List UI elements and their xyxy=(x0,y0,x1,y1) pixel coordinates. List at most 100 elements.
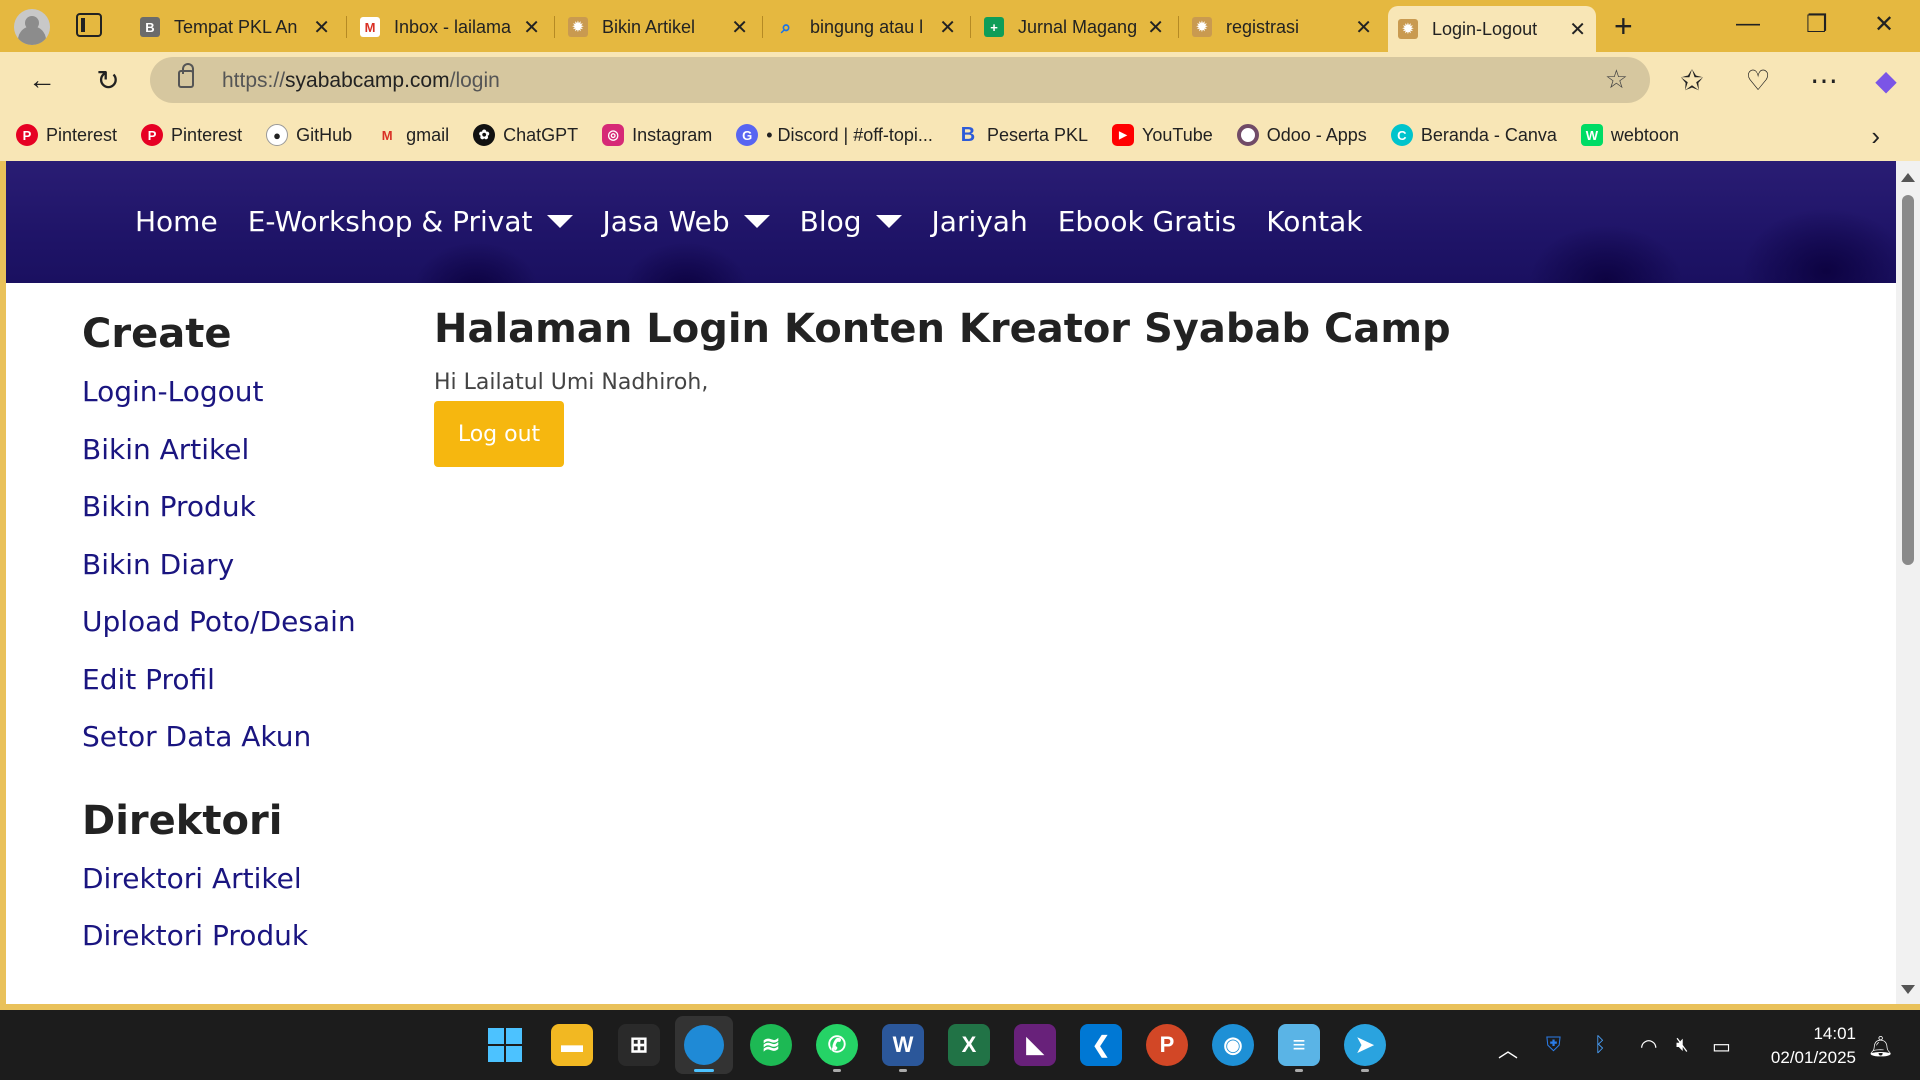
elephant-app-icon[interactable]: ◉ xyxy=(1212,1024,1254,1066)
close-icon[interactable]: ✕ xyxy=(523,15,540,40)
volume-muted-icon[interactable]: 🔇︎ xyxy=(1676,1034,1689,1057)
more-options-icon[interactable]: ⋯ xyxy=(1804,60,1844,100)
nav-home[interactable]: Home xyxy=(135,205,218,238)
bookmark-instagram[interactable]: ◎ Instagram xyxy=(602,124,712,146)
powerpoint-icon[interactable]: P xyxy=(1146,1024,1188,1066)
windows-start-icon[interactable] xyxy=(484,1024,526,1066)
bookmark-canva[interactable]: C Beranda - Canva xyxy=(1390,124,1557,146)
nav-jasa-web[interactable]: Jasa Web xyxy=(603,205,770,238)
odoo-icon xyxy=(1236,124,1259,146)
minimize-icon[interactable]: — xyxy=(1736,10,1760,38)
sidebar-link-bikin-produk[interactable]: Bikin Produk xyxy=(82,490,382,548)
sidebar-link-edit-profil[interactable]: Edit Profil xyxy=(82,663,382,721)
b-icon: B xyxy=(960,123,976,146)
youtube-icon: ▶ xyxy=(1112,124,1134,146)
logout-button[interactable]: Log out xyxy=(434,401,564,467)
nav-kontak[interactable]: Kontak xyxy=(1266,205,1362,238)
spotify-icon[interactable]: ≋ xyxy=(750,1024,792,1066)
address-bar[interactable]: https://syababcamp.com/login ☆ xyxy=(150,57,1650,103)
tab-bikin-artikel[interactable]: ✹ Bikin Artikel ✕ xyxy=(558,6,758,48)
close-window-icon[interactable]: ✕ xyxy=(1874,10,1894,39)
profile-avatar-icon[interactable] xyxy=(14,9,50,45)
close-icon[interactable]: ✕ xyxy=(731,15,748,40)
tab-search[interactable]: ⌕ bingung atau l ✕ xyxy=(766,6,966,48)
favorite-star-icon[interactable]: ☆ xyxy=(1605,64,1628,95)
bluetooth-icon[interactable]: ᛒ xyxy=(1594,1034,1606,1057)
sidebar-link-upload-poto[interactable]: Upload Poto/Desain xyxy=(82,605,382,663)
bookmark-youtube[interactable]: ▶ YouTube xyxy=(1112,124,1213,146)
close-icon[interactable]: ✕ xyxy=(313,15,330,40)
chevron-up-icon[interactable]: ︿ xyxy=(1498,1034,1518,1063)
tab-inbox[interactable]: M Inbox - lailama ✕ xyxy=(350,6,550,48)
system-clock[interactable]: 14:01 02/01/2025 xyxy=(1771,1022,1856,1070)
chevron-right-icon[interactable]: › xyxy=(1871,121,1880,152)
close-icon[interactable]: ✕ xyxy=(1147,15,1164,40)
b-icon: B xyxy=(140,17,160,37)
bookmark-odoo[interactable]: Odoo - Apps xyxy=(1236,124,1367,146)
bookmark-chatgpt[interactable]: ✿ ChatGPT xyxy=(473,124,578,146)
security-shield-icon[interactable]: ⛨ xyxy=(1546,1034,1561,1057)
close-icon[interactable]: ✕ xyxy=(1355,15,1372,40)
pinterest-icon: P xyxy=(141,124,164,146)
notepad-icon[interactable]: ≡ xyxy=(1278,1024,1320,1066)
nav-ebook-gratis[interactable]: Ebook Gratis xyxy=(1058,205,1237,238)
visual-studio-icon[interactable]: ◣ xyxy=(1014,1024,1056,1066)
notification-bell-icon[interactable]: 🔔︎ xyxy=(1868,1034,1893,1059)
telegram-icon[interactable]: ➤ xyxy=(1344,1024,1386,1066)
bookmark-gmail[interactable]: Mgmail xyxy=(376,124,449,146)
new-tab-icon[interactable]: + xyxy=(1614,8,1633,45)
bookmark-discord[interactable]: G • Discord | #off-topi... xyxy=(736,124,933,146)
tab-tempat-pkl[interactable]: B Tempat PKL An ✕ xyxy=(130,6,340,48)
taskbar: ▬ ⊞ ≋ ✆ W X ◣ ❮ P ◉ ≡ ➤ ︿ ⛨ ᛒ ◠ 🔇︎ ▭ 14:… xyxy=(0,1010,1920,1080)
restore-icon[interactable]: ❐ xyxy=(1806,10,1828,39)
word-icon[interactable]: W xyxy=(882,1024,924,1066)
favorites-icon[interactable]: ✩ xyxy=(1672,60,1712,100)
sidebar-link-direktori-produk[interactable]: Direktori Produk xyxy=(82,919,382,977)
bookmark-webtoon[interactable]: Wwebtoon xyxy=(1580,124,1679,146)
close-icon[interactable]: ✕ xyxy=(1569,17,1586,42)
excel-icon[interactable]: X xyxy=(948,1024,990,1066)
lock-icon[interactable] xyxy=(178,63,194,88)
tab-registrasi[interactable]: ✹ registrasi ✕ xyxy=(1182,6,1382,48)
file-explorer-icon[interactable]: ▬ xyxy=(551,1024,593,1066)
scroll-thumb[interactable] xyxy=(1902,195,1914,565)
url-text[interactable]: https://syababcamp.com/login xyxy=(222,69,500,93)
sidebar-heading-direktori: Direktori xyxy=(82,797,283,844)
scroll-up-icon[interactable] xyxy=(1901,173,1915,182)
scrollbar[interactable] xyxy=(1896,161,1920,1004)
instagram-icon: ◎ xyxy=(602,124,625,146)
bookmarks-bar: P Pinterest P Pinterest ● GitHub Mgmail ✿ Ch… xyxy=(0,109,1920,161)
nav-e-workshop[interactable]: E-Workshop & Privat xyxy=(248,205,573,238)
tab-jurnal-magang[interactable]: + Jurnal Magang ✕ xyxy=(974,6,1174,48)
webtoon-icon: W xyxy=(1580,124,1603,146)
sidebar-link-bikin-diary[interactable]: Bikin Diary xyxy=(82,548,382,606)
close-icon[interactable]: ✕ xyxy=(939,15,956,40)
tab-actions-icon[interactable] xyxy=(76,13,102,37)
edge-browser-icon[interactable] xyxy=(675,1016,733,1074)
wifi-icon[interactable]: ◠ xyxy=(1640,1034,1657,1059)
syabab-icon: ✹ xyxy=(1192,17,1212,37)
bookmark-pinterest[interactable]: P Pinterest xyxy=(16,124,117,146)
back-icon[interactable]: ← xyxy=(22,60,62,100)
sidebar-link-bikin-artikel[interactable]: Bikin Artikel xyxy=(82,433,382,491)
tab-login-logout[interactable]: ✹ Login-Logout ✕ xyxy=(1388,6,1596,52)
vscode-icon[interactable]: ❮ xyxy=(1080,1024,1122,1066)
scroll-down-icon[interactable] xyxy=(1901,985,1915,994)
bookmark-github[interactable]: ● GitHub xyxy=(266,124,352,146)
sidebar-link-direktori-artikel[interactable]: Direktori Artikel xyxy=(82,862,382,920)
sidebar-link-login-logout[interactable]: Login-Logout xyxy=(82,375,382,433)
page-title: Halaman Login Konten Kreator Syabab Camp xyxy=(434,306,1451,352)
sidebar-link-setor-data-akun[interactable]: Setor Data Akun xyxy=(82,720,382,778)
battery-icon[interactable]: ▭ xyxy=(1712,1034,1731,1059)
copilot-icon[interactable]: ◆ xyxy=(1866,60,1906,100)
microsoft-store-icon[interactable]: ⊞ xyxy=(618,1024,660,1066)
bookmark-peserta-pkl[interactable]: B Peserta PKL xyxy=(957,124,1088,146)
refresh-icon[interactable]: ↻ xyxy=(88,60,128,100)
clock-date: 02/01/2025 xyxy=(1770,1048,1856,1067)
whatsapp-icon[interactable]: ✆ xyxy=(816,1024,858,1066)
browser-toolbar: ← ↻ https://syababcamp.com/login ☆ ✩ ♡ ⋯… xyxy=(0,52,1920,109)
bookmark-pinterest-2[interactable]: P Pinterest xyxy=(141,124,242,146)
nav-jariyah[interactable]: Jariyah xyxy=(932,205,1028,238)
browser-essentials-icon[interactable]: ♡ xyxy=(1738,60,1778,100)
nav-blog[interactable]: Blog xyxy=(800,205,902,238)
